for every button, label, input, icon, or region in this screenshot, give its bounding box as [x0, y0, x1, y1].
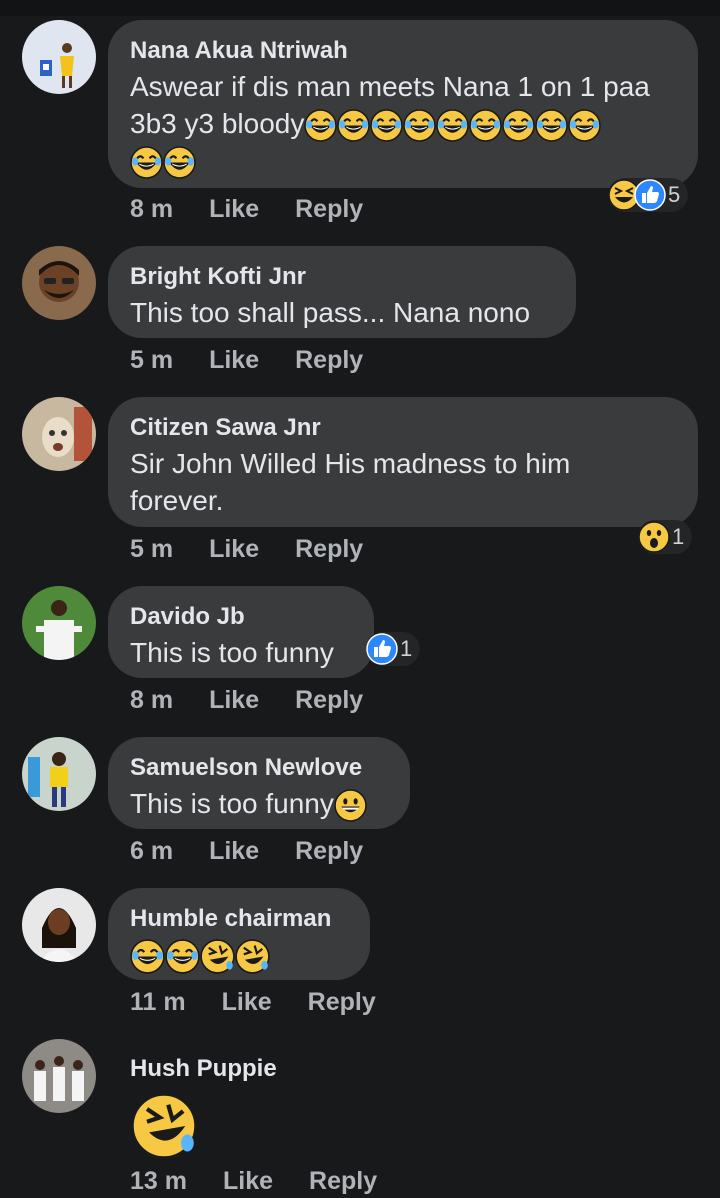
comment-time[interactable]: 11 m: [130, 987, 186, 1017]
reply-button[interactable]: Reply: [295, 345, 363, 375]
avatar[interactable]: [22, 246, 96, 320]
wow-reaction-icon: [638, 521, 670, 553]
avatar[interactable]: [22, 888, 96, 962]
like-button[interactable]: Like: [209, 194, 259, 224]
reply-button[interactable]: Reply: [295, 534, 363, 564]
comment-time[interactable]: 13 m: [130, 1166, 187, 1196]
comment-bubble: Nana Akua Ntriwah Aswear if dis man meet…: [108, 20, 698, 188]
like-reaction-icon: [634, 179, 666, 211]
comment-bubble: Humble chairman: [108, 888, 370, 980]
comment-actions: 13 m Like Reply: [130, 1166, 377, 1196]
comment-author[interactable]: Nana Akua Ntriwah: [130, 36, 676, 66]
grinning-emoji-icon: [334, 789, 367, 822]
reply-button[interactable]: Reply: [295, 685, 363, 715]
rofl-emoji-icon: [130, 1092, 198, 1160]
comment-actions: 6 m Like Reply: [130, 836, 363, 866]
comment-text: Aswear if dis man meets Nana 1 on 1 paa …: [130, 68, 676, 180]
reply-button[interactable]: Reply: [309, 1166, 377, 1196]
reaction-summary[interactable]: 5: [608, 178, 689, 212]
comment-time[interactable]: 5 m: [130, 345, 173, 375]
rofl-emoji-icon: [200, 939, 235, 975]
comment-actions: 8 m Like Reply: [130, 685, 363, 715]
like-button[interactable]: Like: [209, 345, 259, 375]
like-button[interactable]: Like: [209, 836, 259, 866]
like-reaction-icon: [366, 633, 398, 665]
comment-actions: 11 m Like Reply: [130, 987, 376, 1017]
comment-time[interactable]: 8 m: [130, 194, 173, 224]
comment-author[interactable]: Samuelson Newlove: [130, 753, 388, 783]
comment-text: This is too funny: [130, 637, 334, 668]
comment-bubble: Samuelson Newlove This is too funny: [108, 737, 410, 829]
comment-actions: 5 m Like Reply: [130, 534, 363, 564]
reaction-count: 5: [668, 182, 681, 207]
comment-author[interactable]: Bright Kofti Jnr: [130, 262, 554, 292]
avatar[interactable]: [22, 397, 96, 471]
avatar[interactable]: [22, 20, 96, 94]
comment-time[interactable]: 5 m: [130, 534, 173, 564]
reaction-count: 1: [400, 636, 413, 661]
like-button[interactable]: Like: [223, 1166, 273, 1196]
reaction-summary[interactable]: 1: [366, 632, 421, 666]
comment-time[interactable]: 8 m: [130, 685, 173, 715]
comment-bubble: Davido Jb This is too funny: [108, 586, 374, 678]
comment-text: [130, 936, 348, 975]
reaction-count: 1: [672, 524, 685, 549]
comment-author[interactable]: Davido Jb: [130, 602, 352, 632]
comment-author[interactable]: Hush Puppie: [130, 1054, 277, 1084]
reply-button[interactable]: Reply: [308, 987, 376, 1017]
comment-actions: 8 m Like Reply: [130, 194, 363, 224]
laugh-emoji-icon: [165, 939, 200, 975]
comment-bubble: Bright Kofti Jnr This too shall pass... …: [108, 246, 576, 338]
reaction-summary[interactable]: 1: [638, 520, 693, 554]
like-button[interactable]: Like: [209, 534, 259, 564]
top-divider: [0, 0, 720, 16]
comment-text: Sir John Willed His madness to him forev…: [130, 448, 571, 516]
like-button[interactable]: Like: [222, 987, 272, 1017]
comment-author[interactable]: Citizen Sawa Jnr: [130, 413, 676, 443]
reply-button[interactable]: Reply: [295, 836, 363, 866]
comment-actions: 5 m Like Reply: [130, 345, 363, 375]
like-button[interactable]: Like: [209, 685, 259, 715]
laugh-emoji-icon: [130, 939, 165, 975]
avatar[interactable]: [22, 586, 96, 660]
rofl-emoji-icon: [235, 939, 270, 975]
avatar[interactable]: [22, 737, 96, 811]
comment-bubble: Citizen Sawa Jnr Sir John Willed His mad…: [108, 397, 698, 527]
comment-text: This is too funny: [130, 785, 388, 822]
reply-button[interactable]: Reply: [295, 194, 363, 224]
avatar[interactable]: [22, 1039, 96, 1113]
comment-author[interactable]: Humble chairman: [130, 904, 348, 934]
comment-time[interactable]: 6 m: [130, 836, 173, 866]
comment-text: This too shall pass... Nana nono: [130, 297, 531, 328]
